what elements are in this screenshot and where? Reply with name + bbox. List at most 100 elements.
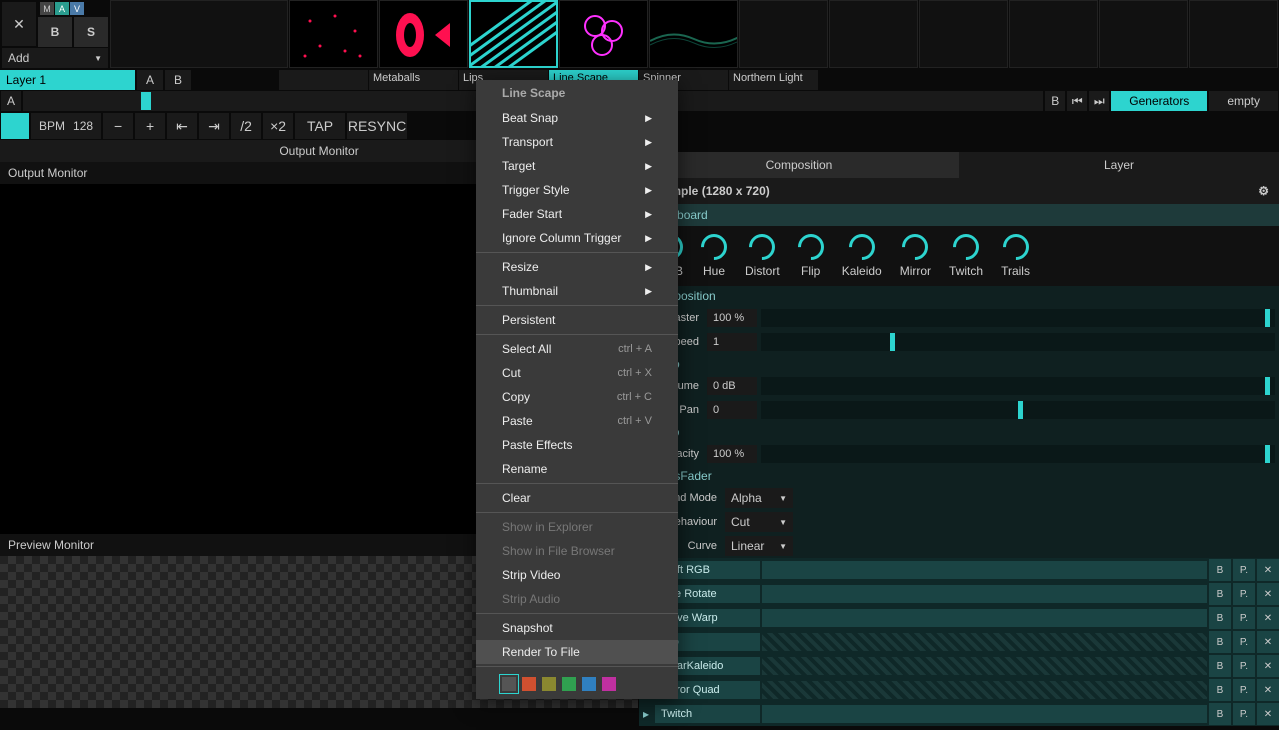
effect-remove-button[interactable]: ✕ [1257,703,1279,725]
ctx-item-target[interactable]: Target▶ [476,154,678,178]
color-swatch[interactable] [502,677,516,691]
effect-slider[interactable] [762,633,1207,651]
effect-slider[interactable] [762,585,1207,603]
deck-a-button[interactable]: A [1,91,21,111]
master-slider[interactable] [761,309,1275,327]
speed-value[interactable]: 1 [707,333,757,351]
effect-preset-button[interactable]: P. [1233,679,1255,701]
crossfader-section[interactable]: CrossFader [639,466,1279,486]
ctx-item-paste-effects[interactable]: Paste Effects [476,433,678,457]
effect-preset-button[interactable]: P. [1233,559,1255,581]
ctx-item-copy[interactable]: Copyctrl + C [476,385,678,409]
color-swatch[interactable] [542,677,556,691]
effect-remove-button[interactable]: ✕ [1257,607,1279,629]
dial-hue[interactable]: Hue [701,234,727,278]
ctx-item-transport[interactable]: Transport▶ [476,130,678,154]
prev-column-button[interactable]: ⏮ [1067,91,1087,111]
ctx-item-strip-video[interactable]: Strip Video [476,563,678,587]
ctx-item-thumbnail[interactable]: Thumbnail▶ [476,279,678,303]
bpm-minus-button[interactable]: − [103,113,133,139]
color-swatch[interactable] [582,677,596,691]
effect-bypass-button[interactable]: B [1209,631,1231,653]
dashboard-header[interactable]: Dashboard [639,204,1279,226]
empty-tab[interactable]: empty [1209,91,1278,111]
volume-value[interactable]: 0 dB [707,377,757,395]
opacity-slider[interactable] [761,445,1275,463]
speed-slider[interactable] [761,333,1275,351]
tap-button[interactable]: TAP [295,113,345,139]
ctx-persistent[interactable]: Persistent [476,308,678,332]
add-layer-dropdown[interactable]: Add ▼ [2,48,108,68]
effect-name[interactable]: Twitch [655,705,760,723]
layer-bus-a[interactable]: A [137,70,163,90]
nudge-right-button[interactable]: ⇥ [199,113,229,139]
effect-bypass-button[interactable]: B [1209,607,1231,629]
dial-trails[interactable]: Trails [1001,234,1030,278]
ctx-item-cut[interactable]: Cutctrl + X [476,361,678,385]
empty-slot[interactable] [110,0,288,68]
solo-button[interactable]: S [74,17,108,47]
effect-preset-button[interactable]: P. [1233,583,1255,605]
generators-tab[interactable]: Generators [1111,91,1207,111]
dial-twitch[interactable]: Twitch [949,234,983,278]
close-layer-button[interactable]: ✕ [2,2,36,46]
crossfader-handle[interactable] [141,92,151,110]
effect-bypass-button[interactable]: B [1209,583,1231,605]
effect-slider[interactable] [762,657,1207,675]
bpm-double-button[interactable]: ×2 [263,113,293,139]
effect-remove-button[interactable]: ✕ [1257,583,1279,605]
empty-clip[interactable] [919,0,1008,68]
mask-badge[interactable]: M [40,2,54,15]
color-swatch[interactable] [602,677,616,691]
ctx-item-select-all[interactable]: Select Allctrl + A [476,337,678,361]
pan-slider[interactable] [761,401,1275,419]
layer-bus-b[interactable]: B [165,70,191,90]
dial-kaleido[interactable]: Kaleido [842,234,882,278]
ctx-clear[interactable]: Clear [476,486,678,510]
audio-badge[interactable]: A [55,2,69,15]
curve-select[interactable]: Linear▼ [725,536,793,556]
deck-b-button[interactable]: B [1045,91,1065,111]
master-value[interactable]: 100 % [707,309,757,327]
clip-lips[interactable] [379,0,468,68]
empty-clip[interactable] [739,0,828,68]
effect-bypass-button[interactable]: B [1209,559,1231,581]
clip-northern-light[interactable] [649,0,738,68]
effect-preset-button[interactable]: P. [1233,631,1255,653]
bpm-display[interactable]: BPM 128 [31,113,101,139]
bypass-button[interactable]: B [38,17,72,47]
clip-line-scape[interactable] [469,0,558,68]
video-section[interactable]: Video [639,422,1279,442]
ctx-item-ignore-column-trigger[interactable]: Ignore Column Trigger▶ [476,226,678,250]
ctx-item-resize[interactable]: Resize▶ [476,255,678,279]
empty-clip[interactable] [1189,0,1278,68]
dial-distort[interactable]: Distort [745,234,780,278]
resync-button[interactable]: RESYNC [347,113,407,139]
effect-bypass-button[interactable]: B [1209,679,1231,701]
ctx-render-to-file[interactable]: Render To File [476,640,678,664]
effect-bypass-button[interactable]: B [1209,703,1231,725]
empty-clip[interactable] [1099,0,1188,68]
next-column-button[interactable]: ⏭ [1089,91,1109,111]
composition-section[interactable]: Composition [639,286,1279,306]
effect-slider[interactable] [762,561,1207,579]
gear-icon[interactable]: ⚙ [1258,184,1269,198]
ctx-item-rename[interactable]: Rename [476,457,678,481]
ctx-snapshot[interactable]: Snapshot [476,616,678,640]
effect-preset-button[interactable]: P. [1233,655,1255,677]
effect-remove-button[interactable]: ✕ [1257,631,1279,653]
ctx-item-fader-start[interactable]: Fader Start▶ [476,202,678,226]
effect-preset-button[interactable]: P. [1233,607,1255,629]
color-swatch[interactable] [562,677,576,691]
ctx-item-paste[interactable]: Pastectrl + V [476,409,678,433]
dial-flip[interactable]: Flip [798,234,824,278]
bpm-half-button[interactable]: /2 [231,113,261,139]
tab-composition[interactable]: Composition [639,152,959,178]
ctx-item-beat-snap[interactable]: Beat Snap▶ [476,106,678,130]
effect-remove-button[interactable]: ✕ [1257,655,1279,677]
clip-metaballs[interactable] [289,0,378,68]
video-badge[interactable]: V [70,2,84,15]
audio-section[interactable]: Audio [639,354,1279,374]
clip-name[interactable]: Northern Light [729,70,818,90]
layer-name[interactable]: Layer 1 [0,70,135,90]
